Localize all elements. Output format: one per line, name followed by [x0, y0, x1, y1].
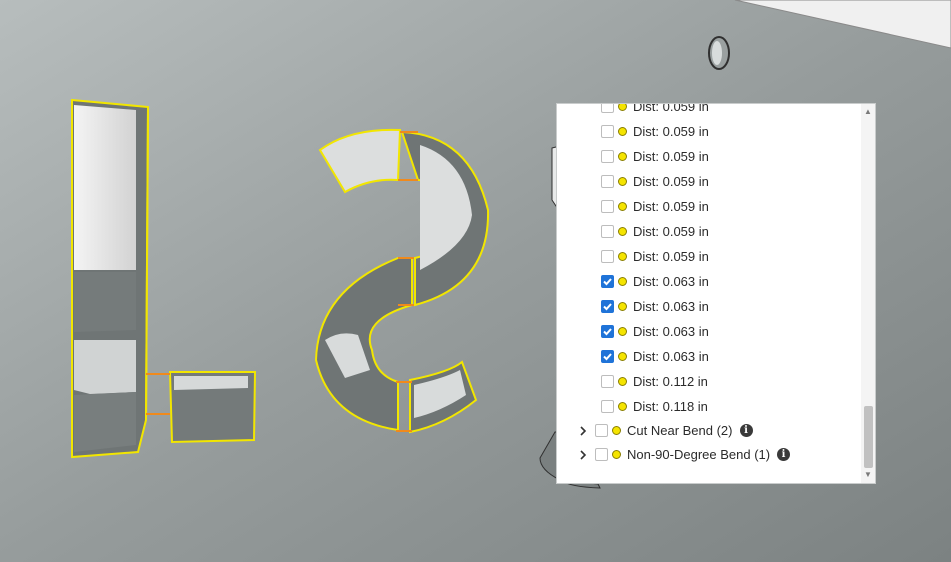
- list-item-label: Dist: 0.059 in: [633, 174, 709, 189]
- status-dot-icon: [618, 127, 627, 136]
- list-item[interactable]: Dist: 0.118 in: [601, 394, 708, 419]
- list-item-label: Dist: 0.063 in: [633, 274, 709, 289]
- status-dot-icon: [618, 252, 627, 261]
- checkbox[interactable]: [601, 125, 614, 138]
- checkbox[interactable]: [601, 350, 614, 363]
- chevron-right-icon[interactable]: [577, 425, 589, 437]
- list-item[interactable]: Dist: 0.063 in: [601, 319, 709, 344]
- list-item-label: Dist: 0.063 in: [633, 324, 709, 339]
- checkbox[interactable]: [601, 175, 614, 188]
- status-dot-icon: [618, 352, 627, 361]
- status-dot-icon: [618, 377, 627, 386]
- group-label: Non-90-Degree Bend (1): [627, 447, 771, 462]
- scrollbar-thumb[interactable]: [864, 406, 873, 468]
- checkbox[interactable]: [601, 200, 614, 213]
- list-item-label: Dist: 0.059 in: [633, 149, 709, 164]
- info-icon[interactable]: i: [777, 448, 791, 461]
- checkbox[interactable]: [601, 325, 614, 338]
- list-item[interactable]: Dist: 0.059 in: [601, 169, 709, 194]
- list-item-label: Dist: 0.063 in: [633, 299, 709, 314]
- status-dot-icon: [618, 302, 627, 311]
- checkbox[interactable]: [601, 225, 614, 238]
- group-row-cut-near-bend[interactable]: Cut Near Bend (2) i: [577, 418, 753, 443]
- status-dot-icon: [618, 227, 627, 236]
- list-item-label: Dist: 0.059 in: [633, 103, 709, 114]
- list-item[interactable]: Dist: 0.059 in: [601, 119, 709, 144]
- status-dot-icon: [618, 327, 627, 336]
- list-item[interactable]: Dist: 0.063 in: [601, 344, 709, 369]
- list-item-label: Dist: 0.063 in: [633, 349, 709, 364]
- status-dot-icon: [618, 277, 627, 286]
- checkbox[interactable]: [601, 300, 614, 313]
- group-label: Cut Near Bend (2): [627, 423, 733, 438]
- list-item-label: Dist: 0.112 in: [633, 374, 708, 389]
- checkbox[interactable]: [601, 275, 614, 288]
- list-item[interactable]: Dist: 0.112 in: [601, 369, 708, 394]
- status-dot-icon: [612, 426, 621, 435]
- checkbox[interactable]: [601, 150, 614, 163]
- status-dot-icon: [618, 104, 627, 111]
- status-dot-icon: [618, 402, 627, 411]
- status-dot-icon: [618, 177, 627, 186]
- issues-panel[interactable]: Dist: 0.059 in Dist: 0.059 in Dist: 0.05…: [556, 103, 876, 484]
- list-item[interactable]: Dist: 0.059 in: [601, 103, 709, 119]
- scroll-up-arrow-icon[interactable]: ▲: [861, 106, 875, 118]
- chevron-right-icon[interactable]: [577, 449, 589, 461]
- checkbox[interactable]: [601, 250, 614, 263]
- group-row-non-90-degree-bend[interactable]: Non-90-Degree Bend (1) i: [577, 442, 791, 467]
- checkbox[interactable]: [601, 375, 614, 388]
- list-item[interactable]: Dist: 0.063 in: [601, 294, 709, 319]
- checkbox[interactable]: [601, 104, 614, 113]
- list-item[interactable]: Dist: 0.063 in: [601, 269, 709, 294]
- checkbox[interactable]: [595, 448, 608, 461]
- scroll-down-arrow-icon[interactable]: ▼: [861, 469, 875, 481]
- checkbox[interactable]: [595, 424, 608, 437]
- list-item-label: Dist: 0.059 in: [633, 199, 709, 214]
- vertical-scrollbar[interactable]: ▲ ▼: [861, 104, 875, 483]
- checkbox[interactable]: [601, 400, 614, 413]
- list-item[interactable]: Dist: 0.059 in: [601, 244, 709, 269]
- info-icon[interactable]: i: [739, 424, 753, 437]
- list-item[interactable]: Dist: 0.059 in: [601, 219, 709, 244]
- list-item[interactable]: Dist: 0.059 in: [601, 144, 709, 169]
- list-item-label: Dist: 0.059 in: [633, 124, 709, 139]
- list-item[interactable]: Dist: 0.059 in: [601, 194, 709, 219]
- status-dot-icon: [618, 202, 627, 211]
- list-item-label: Dist: 0.059 in: [633, 249, 709, 264]
- status-dot-icon: [618, 152, 627, 161]
- list-item-label: Dist: 0.059 in: [633, 224, 709, 239]
- status-dot-icon: [612, 450, 621, 459]
- list-item-label: Dist: 0.118 in: [633, 399, 708, 414]
